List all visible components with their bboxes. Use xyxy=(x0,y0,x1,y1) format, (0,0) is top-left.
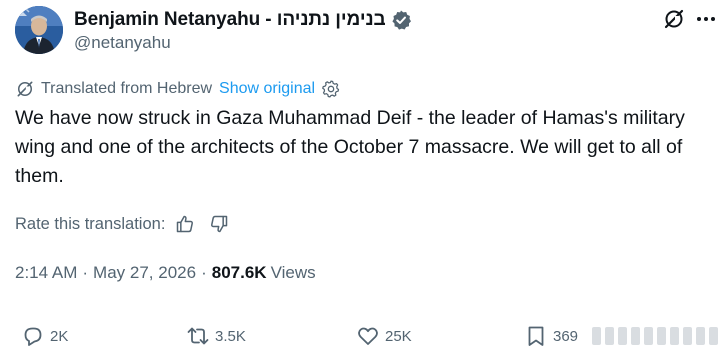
tweet-time[interactable]: 2:14 AM xyxy=(15,263,77,283)
reply-icon xyxy=(24,327,42,346)
rate-translation-label: Rate this translation: xyxy=(15,214,166,233)
reply-count: 2K xyxy=(50,327,69,345)
bookmark-icon xyxy=(528,326,544,346)
author-handle[interactable]: @netanyahu xyxy=(74,33,171,53)
like-button[interactable]: 25K xyxy=(356,322,412,350)
reply-button[interactable]: 2K xyxy=(21,322,68,350)
tweet-text: We have now struck in Gaza Muhammad Deif… xyxy=(15,107,685,187)
blurred-bar xyxy=(683,327,692,345)
blurred-bar xyxy=(709,327,718,345)
author-display-name[interactable]: Benjamin Netanyahu - בנימין נתניהו xyxy=(74,9,386,31)
grok-icon[interactable] xyxy=(662,7,686,31)
blurred-bar xyxy=(592,327,601,345)
meta-separator: · xyxy=(201,263,207,282)
like-count: 25K xyxy=(385,327,412,345)
views-label: Views xyxy=(270,263,316,282)
rate-translation-row: Rate this translation: xyxy=(15,212,229,236)
repost-button[interactable]: 3.5K xyxy=(186,322,246,350)
blurred-bar xyxy=(670,327,679,345)
translated-from-label: Translated from Hebrew xyxy=(41,80,213,97)
blurred-bar xyxy=(657,327,666,345)
translation-notice: Translated from Hebrew Show original xyxy=(15,78,341,100)
heart-icon xyxy=(358,327,378,345)
meta-separator: · xyxy=(82,263,89,282)
blurred-bar xyxy=(644,327,653,345)
more-icon[interactable] xyxy=(694,7,718,31)
blurred-bar xyxy=(631,327,640,345)
blurred-bar xyxy=(605,327,614,345)
bookmark-count: 369 xyxy=(553,327,579,345)
blurred-bar xyxy=(618,327,627,345)
translation-settings-icon[interactable] xyxy=(321,79,341,99)
tweet-date[interactable]: May 27, 2026 xyxy=(93,263,196,283)
profile-photo-icon xyxy=(15,6,63,54)
thumbs-down-icon[interactable] xyxy=(209,214,229,234)
verified-badge-icon xyxy=(390,9,412,31)
author-name-row[interactable]: Benjamin Netanyahu - בנימין נתניהו xyxy=(74,8,412,32)
show-original-link[interactable]: Show original xyxy=(219,80,315,98)
thumbs-up-icon[interactable] xyxy=(175,214,195,234)
repost-count: 3.5K xyxy=(215,327,246,345)
avatar[interactable] xyxy=(15,6,63,54)
bookmark-button[interactable]: 369 xyxy=(524,322,578,350)
blurred-placeholder xyxy=(592,327,718,345)
translate-icon xyxy=(15,79,35,99)
tweet-meta: 2:14 AM · May 27, 2026 · 807.6K Views xyxy=(15,261,316,285)
repost-icon xyxy=(187,327,209,345)
blurred-bar xyxy=(696,327,705,345)
views-count[interactable]: 807.6K xyxy=(212,263,267,283)
